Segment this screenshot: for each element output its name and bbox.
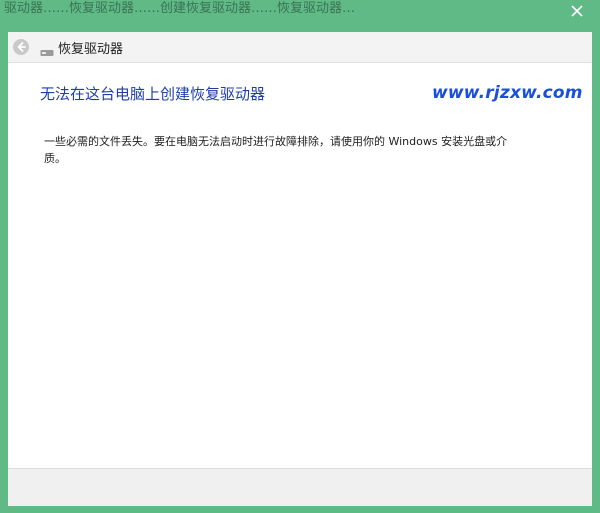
watermark-text: www.rjzxw.com (432, 83, 583, 103)
nav-title: 恢复驱动器 (58, 42, 124, 57)
content-pane: 无法在这台电脑上创建恢复驱动器 www.rjzxw.com 一些必需的文件丢失。… (8, 63, 592, 468)
usb-drive-icon (40, 44, 54, 56)
close-button[interactable] (562, 0, 592, 22)
title-bar[interactable]: 驱动器……恢复驱动器……创建恢复驱动器……恢复驱动器… (0, 0, 600, 30)
footer-bar (8, 468, 592, 506)
navigation-bar: 恢复驱动器 (8, 32, 592, 63)
recovery-drive-window: 驱动器……恢复驱动器……创建恢复驱动器……恢复驱动器… 恢复驱动器 无法在这台电… (0, 0, 600, 513)
back-button[interactable] (12, 38, 30, 56)
window-title: 驱动器……恢复驱动器……创建恢复驱动器……恢复驱动器… (4, 1, 356, 16)
page-heading: 无法在这台电脑上创建恢复驱动器 (40, 85, 266, 103)
close-icon (571, 5, 583, 17)
back-arrow-icon (12, 39, 30, 60)
error-message: 一些必需的文件丢失。要在电脑无法启动时进行故障排除，请使用你的 Windows … (44, 135, 508, 165)
